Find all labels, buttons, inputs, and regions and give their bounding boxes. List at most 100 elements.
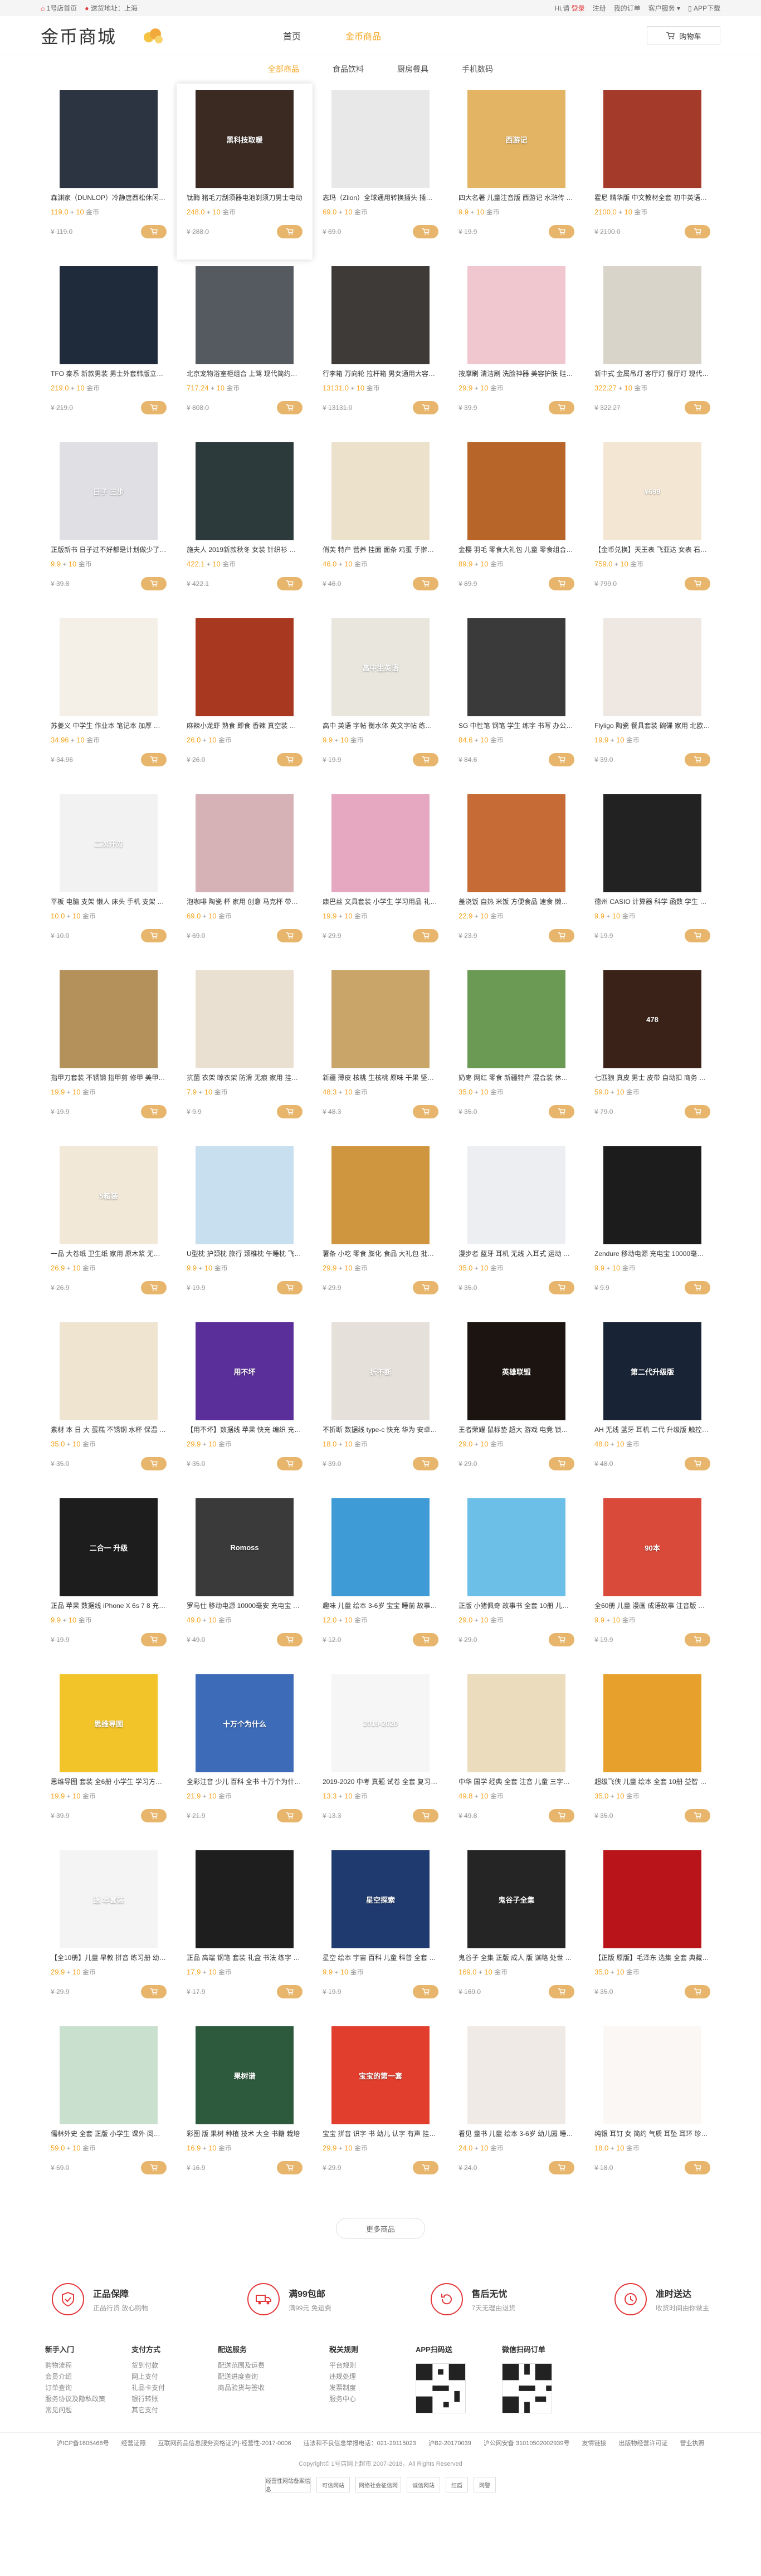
- product-card[interactable]: 鬼谷子全集鬼谷子 全集 正版 成人 版 谋略 处世 智慧 书籍 169.0 + 1…: [448, 1844, 584, 2020]
- product-image[interactable]: [603, 1674, 701, 1772]
- product-card[interactable]: 第二代升级版 AH 无线 蓝牙 耳机 二代 升级版 触控 降噪 48.0 + 10 …: [584, 1316, 720, 1492]
- footer-link[interactable]: 订单查询: [45, 2382, 131, 2393]
- product-name[interactable]: 漫步者 蓝牙 耳机 无线 入耳式 运动 降噪: [458, 1249, 574, 1259]
- product-card[interactable]: 金樱 羽毛 零食大礼包 儿童 零食组合 网红 89.9 + 10 金币 ¥ 89.9: [448, 436, 584, 612]
- product-name[interactable]: 2019-2020 中考 真题 试卷 全套 复习资料: [323, 1777, 438, 1787]
- product-card[interactable]: Romoss 罗马仕 移动电源 10000毫安 充电宝 大容量 49.0 + 10 …: [177, 1492, 313, 1668]
- product-card[interactable]: 478 七匹狼 真皮 男士 皮带 自动扣 商务 腰带 59.0 + 10 金币 ¥ 7…: [584, 964, 720, 1140]
- product-image[interactable]: [60, 266, 158, 364]
- add-to-cart-button[interactable]: [141, 225, 167, 238]
- product-card[interactable]: 施夫人 2019新款秋冬 女装 针织衫 打底衫上衣 422.1 + 10 金币 ¥ …: [177, 436, 313, 612]
- product-card[interactable]: 用不坏 【用不坏】数据线 苹果 快充 编织 充电线 29.9 + 10 金币 ¥ 35…: [177, 1316, 313, 1492]
- add-to-cart-button[interactable]: [549, 929, 574, 942]
- cart-button[interactable]: 购物车: [647, 26, 720, 45]
- product-name[interactable]: 康巴丝 文具套装 小学生 学习用品 礼盒 铅笔: [323, 897, 438, 907]
- trust-badge[interactable]: 诚信网站: [407, 2477, 440, 2492]
- product-image[interactable]: [467, 1146, 565, 1244]
- my-orders-link[interactable]: 我的订单: [614, 3, 641, 13]
- product-card[interactable]: 【正版 原版】毛泽东 选集 全套 典藏 版 35.0 + 10 金币 ¥ 35.0: [584, 1844, 720, 2020]
- product-name[interactable]: 一品 大卷纸 卫生纸 家用 原木浆 无芯卷纸: [51, 1249, 167, 1259]
- product-card[interactable]: 按摩刷 清洁刷 洗脸神器 美容护肤 硅胶洗脸刷 29.9 + 10 金币 ¥ 39.…: [448, 260, 584, 436]
- add-to-cart-button[interactable]: [549, 225, 574, 238]
- footer-license-link[interactable]: 出版物经营许可证: [619, 2438, 668, 2447]
- footer-license-link[interactable]: 经营证照: [121, 2438, 146, 2447]
- add-to-cart-button[interactable]: [413, 929, 438, 942]
- product-name[interactable]: Zendure 移动电源 充电宝 10000毫安 快充: [594, 1249, 710, 1259]
- nav-coin-products[interactable]: 金币商品: [345, 29, 381, 42]
- product-card[interactable]: 超级飞侠 儿童 绘本 全套 10册 益智 故事书 35.0 + 10 金币 ¥ 35…: [584, 1668, 720, 1844]
- product-card[interactable]: 趣味 儿童 绘本 3-6岁 宝宝 睡前 故事书 注音 12.0 + 10 金币 ¥ …: [313, 1492, 448, 1668]
- product-card[interactable]: 折不断 不折断 数据线 type-c 快充 华为 安卓 通用 18.0 + 10 金…: [313, 1316, 448, 1492]
- add-to-cart-button[interactable]: [141, 1457, 167, 1470]
- product-name[interactable]: 钛酶 猪毛刀刮须器电池剃须刀男士电动: [187, 193, 303, 203]
- product-card[interactable]: 高中生英语高中 英语 字帖 衡水体 英文字帖 练字本 学生 9.9 + 10 金币…: [313, 612, 448, 788]
- footer-link[interactable]: 货到付款: [131, 2360, 218, 2371]
- add-to-cart-button[interactable]: [277, 929, 303, 942]
- trust-badge[interactable]: 可信网站: [316, 2477, 350, 2492]
- product-image[interactable]: [467, 970, 565, 1068]
- product-card[interactable]: 北京宠物浴室柜组合 上驾 现代简约卫生间小户型 717.24 + 10 金币 ¥ 8…: [177, 260, 313, 436]
- product-card[interactable]: 苏姜义 中学生 作业本 笔记本 加厚 学生用品 34.96 + 10 金币 ¥ 34…: [41, 612, 177, 788]
- footer-link[interactable]: 违规处理: [329, 2371, 416, 2382]
- tab-food-drinks[interactable]: 食品饮料: [333, 63, 364, 75]
- add-to-cart-button[interactable]: [141, 401, 167, 414]
- footer-link[interactable]: 会员介绍: [45, 2371, 131, 2382]
- add-to-cart-button[interactable]: [141, 929, 167, 942]
- product-image[interactable]: [331, 266, 430, 364]
- add-to-cart-button[interactable]: [141, 577, 167, 590]
- product-name[interactable]: 正版 小猪佩奇 故事书 全套 10册 儿童绘本: [458, 1601, 574, 1611]
- tab-all-products[interactable]: 全部商品: [268, 63, 299, 75]
- footer-link[interactable]: 服务中心: [329, 2393, 416, 2404]
- add-to-cart-button[interactable]: [413, 1809, 438, 1822]
- add-to-cart-button[interactable]: [141, 1633, 167, 1646]
- add-to-cart-button[interactable]: [413, 1457, 438, 1470]
- product-name[interactable]: 高中 英语 字帖 衡水体 英文字帖 练字本 学生: [323, 721, 438, 731]
- add-to-cart-button[interactable]: [413, 1281, 438, 1294]
- add-to-cart-button[interactable]: [685, 1105, 710, 1118]
- product-name[interactable]: 素材 本 日 大 蛋糕 不锈钢 水杯 保温 便携: [51, 1425, 167, 1435]
- product-name[interactable]: 施夫人 2019新款秋冬 女装 针织衫 打底衫上衣: [187, 545, 303, 555]
- product-image[interactable]: ¥699: [603, 442, 701, 540]
- add-to-cart-button[interactable]: [549, 1105, 574, 1118]
- nav-home[interactable]: 首页: [283, 29, 301, 42]
- footer-link[interactable]: 发票制度: [329, 2382, 416, 2393]
- product-name[interactable]: U型枕 护颈枕 旅行 颈椎枕 午睡枕 飞机 便携: [187, 1249, 303, 1259]
- add-to-cart-button[interactable]: [277, 1457, 303, 1470]
- trust-badge[interactable]: 网警: [474, 2477, 496, 2492]
- product-image[interactable]: 第二代升级版: [603, 1322, 701, 1420]
- product-card[interactable]: 星空探索 星空 绘本 宇宙 百科 儿童 科普 全套 6册 9.9 + 10 金币 ¥ …: [313, 1844, 448, 2020]
- product-name[interactable]: 盖浇饭 自热 米饭 方便食品 速食 懒人 午餐肉: [458, 897, 574, 907]
- add-to-cart-button[interactable]: [141, 1809, 167, 1822]
- product-image[interactable]: [603, 1146, 701, 1244]
- footer-license-link[interactable]: 沪公网安备 31010502002939号: [484, 2438, 570, 2447]
- product-name[interactable]: 不折断 数据线 type-c 快充 华为 安卓 通用: [323, 1425, 438, 1435]
- add-to-cart-button[interactable]: [413, 1985, 438, 1998]
- product-name[interactable]: Flyligo 陶瓷 餐具套装 碗碟 家用 北欧风 餐具: [594, 721, 710, 731]
- product-image[interactable]: 鬼谷子全集: [467, 1850, 565, 1948]
- product-card[interactable]: 宝宝的第一套 宝宝 拼音 识字 书 幼儿 认字 有声 挂图 早教 29.9 + 10…: [313, 2020, 448, 2196]
- product-image[interactable]: [60, 618, 158, 716]
- product-image[interactable]: 黑科技取暖: [196, 90, 294, 188]
- add-to-cart-button[interactable]: [277, 1985, 303, 1998]
- add-to-cart-button[interactable]: [413, 1105, 438, 1118]
- product-image[interactable]: [603, 266, 701, 364]
- footer-license-link[interactable]: 沪ICP备1605468号: [56, 2438, 109, 2447]
- product-image[interactable]: [467, 794, 565, 892]
- product-card[interactable]: 英雄联盟 王者荣耀 鼠标垫 超大 游戏 电竞 锁边 桌垫 29.0 + 10 金币 ¥…: [448, 1316, 584, 1492]
- add-to-cart-button[interactable]: [685, 1633, 710, 1646]
- add-to-cart-button[interactable]: [549, 1281, 574, 1294]
- product-card[interactable]: U型枕 护颈枕 旅行 颈椎枕 午睡枕 飞机 便携 9.9 + 10 金币 ¥ 19.…: [177, 1140, 313, 1316]
- product-card[interactable]: 纯银 耳钉 女 简约 气质 耳坠 耳环 珍珠 饰品 18.0 + 10 金币 ¥ 1…: [584, 2020, 720, 2196]
- product-image[interactable]: 英雄联盟: [467, 1322, 565, 1420]
- product-card[interactable]: 麻辣小龙虾 熟食 即食 香辣 真空装 零食 卤味 26.0 + 10 金币 ¥ 26…: [177, 612, 313, 788]
- add-to-cart-button[interactable]: [685, 225, 710, 238]
- product-name[interactable]: 薯条 小吃 零食 膨化 食品 大礼包 批发 整箱: [323, 1249, 438, 1259]
- customer-service-menu[interactable]: 客户服务 ▾: [648, 3, 680, 13]
- footer-license-link[interactable]: 违法和不良信息举报电话：021-29115023: [304, 2438, 416, 2447]
- trust-badge[interactable]: 网络社会征信网: [355, 2477, 401, 2492]
- product-name[interactable]: 霍尼 精华版 中文教材全套 初中英语大全: [594, 193, 710, 203]
- product-card[interactable]: 盖浇饭 自热 米饭 方便食品 速食 懒人 午餐肉 22.9 + 10 金币 ¥ 23…: [448, 788, 584, 964]
- add-to-cart-button[interactable]: [277, 1633, 303, 1646]
- product-name[interactable]: 鬼谷子 全集 正版 成人 版 谋略 处世 智慧 书籍: [458, 1953, 574, 1963]
- add-to-cart-button[interactable]: [685, 1281, 710, 1294]
